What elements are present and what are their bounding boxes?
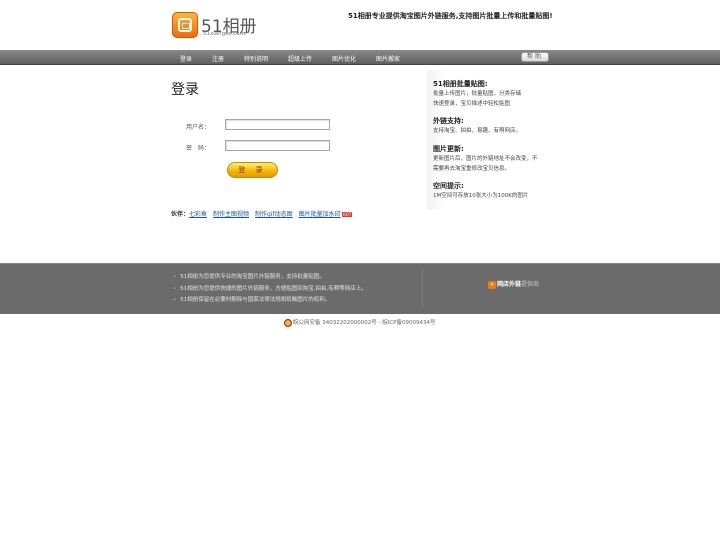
provider-ad-sub: 提供商 (521, 281, 540, 288)
info-text-external-link: 支持淘宝、拍拍、易趣、有啊网店。 (433, 126, 558, 136)
partner-link-gif[interactable]: 制作gif动态图 (255, 211, 293, 218)
info-text-space: 1M空间可存放10张大小为100K的图片 (433, 191, 558, 201)
password-label: 密 码： (186, 145, 211, 152)
info-title-external-link: 外链支持: (433, 117, 464, 125)
nav-special-notes[interactable]: 特别说明 (244, 54, 268, 63)
police-badge-icon (284, 318, 292, 327)
info-line: 需要再去淘宝重修改宝贝信息。 (433, 166, 511, 172)
info-title-space: 空间提示: (433, 182, 464, 190)
login-submit-button[interactable]: 登 录 (227, 162, 278, 178)
provider-ad-main: 网店外链 (497, 281, 522, 288)
info-line: 支持淘宝、拍拍、易趣、有啊网店。 (433, 128, 522, 134)
info-title-update: 图片更新: (433, 145, 464, 153)
nav-image-optimize[interactable]: 图片优化 (332, 54, 356, 63)
partners-label: 伙伴： (171, 211, 190, 218)
nav-image-move[interactable]: 图片搬家 (376, 54, 400, 63)
footer-line-text: 51相册为您提供快捷的图片外链服务，方便贴图到淘宝,拍拍,有啊等网店上。 (180, 286, 367, 292)
footer-line-text: 51相册保留在必要时删除与国家法律法规相抵触图片的权利。 (180, 297, 331, 303)
partner-link-watermark[interactable]: 图片批量加水印 (299, 211, 341, 218)
login-title: 登录 (171, 82, 199, 98)
info-title-batch: 51相册批量贴图: (433, 80, 488, 88)
partners-bar: 伙伴：七彩鱼 制作主图视频 制作gif动态图 图片批量加水印 HOT (171, 209, 353, 218)
nav-login[interactable]: 登录 (180, 54, 192, 63)
footer-line-text: 51相册为您提供专业的淘宝图片外链服务，支持批量贴图。 (180, 274, 325, 280)
icp-text: 皖公网安备 34032202000002号 - 皖ICP备09009434号 (293, 320, 436, 326)
info-text-batch: 批量上传图片，批量贴图，分类存储 快速登录，宝贝描述中轻松贴图 (433, 89, 558, 109)
help-button[interactable]: 帮助 (521, 52, 549, 62)
partner-link-qicaiyu[interactable]: 七彩鱼 (189, 211, 207, 218)
info-line: 批量上传图片，批量贴图，分类存储 (433, 91, 522, 97)
main-nav-bar (0, 50, 720, 65)
info-line: 快速登录，宝贝描述中轻松贴图 (433, 101, 511, 107)
partner-link-main-video[interactable]: 制作主图视频 (213, 211, 249, 218)
site-logo-icon[interactable] (172, 12, 198, 38)
provider-ad[interactable]: ✦ 网店外链提供商 (488, 279, 539, 289)
site-logo-domain: 51xiangce.com (203, 31, 246, 37)
username-input[interactable] (225, 119, 330, 130)
footer-line: • 51相册保留在必要时删除与国家法律法规相抵触图片的权利。 (173, 297, 331, 303)
username-label: 用户名： (186, 124, 211, 131)
info-text-update: 更新图片后，图片的外链地址不会改变，不 需要再去淘宝重修改宝贝信息。 (433, 154, 558, 174)
icp-record[interactable]: 皖公网安备 34032202000002号 - 皖ICP备09009434号 (284, 318, 436, 327)
nav-register[interactable]: 注册 (212, 54, 224, 63)
footer-line: • 51相册为您提供快捷的图片外链服务，方便贴图到淘宝,拍拍,有啊等网店上。 (173, 286, 367, 292)
hot-badge: HOT (341, 212, 353, 217)
footer-divider (422, 268, 423, 308)
shop-icon: ✦ (488, 280, 496, 289)
info-line: 更新图片后，图片的外链地址不会改变，不 (433, 156, 538, 162)
password-input[interactable] (225, 140, 330, 151)
nav-super-upload[interactable]: 超级上传 (288, 54, 312, 63)
site-slogan: 51相册专业提供淘宝图片外链服务,支持图片批量上传和批量贴图! (348, 12, 553, 20)
footer-line: • 51相册为您提供专业的淘宝图片外链服务，支持批量贴图。 (173, 274, 325, 280)
info-line: 1M空间可存放10张大小为100K的图片 (433, 193, 529, 199)
